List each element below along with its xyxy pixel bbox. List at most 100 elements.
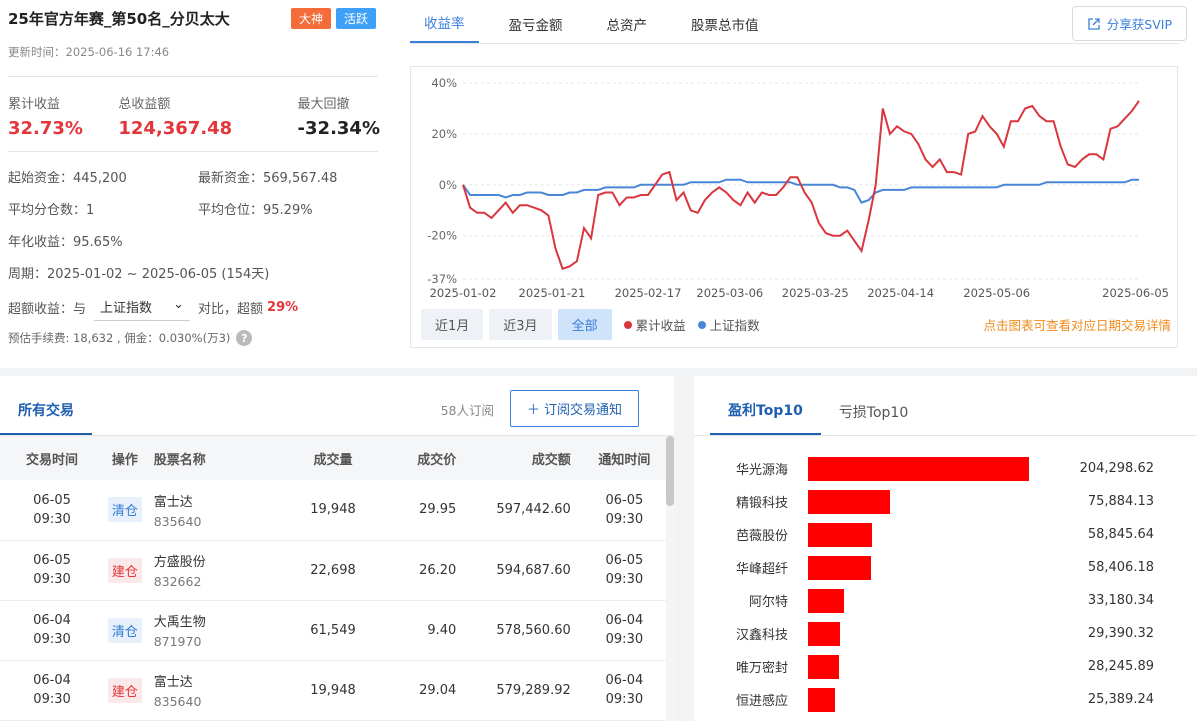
badge-active: 活跃 — [335, 7, 376, 29]
price-cell: 26.20 — [374, 540, 469, 601]
trade-clock: 09:30 — [33, 511, 71, 527]
operation-badge: 建仓 — [107, 557, 142, 583]
operation-badge: 清仓 — [107, 497, 142, 523]
top10-stock-name: 唯万密封 — [735, 661, 788, 676]
table-row[interactable]: 06-05 09:30 清仓 富士达 835640 19,948 29.95 597,442.… — [0, 480, 666, 541]
x-tick-label: 2025-03-25 — [782, 286, 849, 300]
tab-market-value[interactable]: 股票总市值 — [677, 14, 773, 43]
price-cell: 29.04 — [374, 660, 469, 721]
x-tick-label: 2025-03-06 — [696, 286, 763, 300]
top10-item[interactable]: 华光源海 204,298.62 — [694, 452, 1197, 485]
bar-fill — [808, 654, 839, 679]
price-cell: 9.40 — [374, 600, 469, 661]
return-chart[interactable]: 40% 20% 0% -20% -37%2025-01-02 2025-01-21 2025… — [411, 67, 1179, 307]
trade-date: 06-05 — [33, 492, 71, 508]
tab-profit-loss[interactable]: 盈亏金额 — [495, 14, 577, 43]
table-row[interactable]: 06-04 09:30 清仓 大禹生物 871970 61,549 9.40 578,560.… — [0, 600, 666, 661]
x-tick-label: 2025-06-05 — [1102, 286, 1169, 300]
top10-item[interactable]: 华峰超纤 58,406.18 — [694, 551, 1197, 584]
kpi-value: 32.73% — [8, 118, 83, 139]
trade-date: 06-05 — [33, 553, 71, 568]
top10-item[interactable]: 阿尔特 33,180.34 — [694, 584, 1197, 617]
top10-item[interactable]: 汉鑫科技 29,390.32 — [694, 617, 1197, 650]
legend-index[interactable]: 上证指数 — [697, 315, 760, 334]
operation-badge: 清仓 — [107, 617, 142, 643]
notify-date: 06-04 — [605, 673, 644, 688]
top-section: 25年官方年赛_第50名_分贝太大 大神 活跃 更新时间：2025-06-16 … — [0, 0, 1197, 368]
x-tick-label: 2025-01-02 — [430, 286, 497, 300]
tab-return-rate[interactable]: 收益率 — [410, 12, 479, 43]
x-tick-label: 2025-04-14 — [867, 286, 934, 300]
help-icon[interactable]: ? — [236, 330, 253, 346]
operation-cell: 建仓 — [104, 540, 146, 601]
top10-stock-name: 华峰超纤 — [735, 562, 788, 577]
stock-code: 835640 — [153, 694, 202, 709]
top10-stock-name: 精锻科技 — [735, 496, 788, 511]
y-tick-label: 0% — [439, 178, 457, 192]
range-all-button[interactable]: 全部 — [557, 309, 612, 340]
stock-name[interactable]: 方盛股份 — [154, 551, 292, 570]
top10-value: 204,298.62 — [1079, 461, 1154, 476]
legend-cumulative[interactable]: 累计收益 — [623, 315, 686, 334]
chart-tabs: 收益率 盈亏金额 总资产 股票总市值 — [410, 0, 1180, 44]
share-label: 分享获SVIP — [1106, 17, 1172, 32]
top10-stock-name: 阿尔特 — [748, 595, 788, 610]
kpi-label: 累计收益 — [8, 97, 61, 112]
range-1m-button[interactable]: 近1月 — [421, 309, 484, 340]
col-operation: 操作 — [104, 436, 146, 480]
excess-value: 29% — [267, 299, 299, 315]
share-button[interactable]: 分享获SVIP — [1071, 6, 1187, 41]
top10-stock-name: 华光源海 — [735, 463, 788, 478]
tab-loss-top10[interactable]: 亏损Top10 — [821, 402, 926, 435]
top10-item[interactable]: 精锻科技 75,884.13 — [694, 485, 1197, 518]
kpi-row: 累计收益 32.73% 总收益额 124,367.48 最大回撤 -32.34% — [8, 93, 388, 139]
benchmark-select[interactable]: 上证指数 ⌄ — [94, 293, 191, 321]
table-row[interactable]: 06-04 09:30 建仓 富士达 835640 19,948 29.04 579,289.… — [0, 660, 666, 721]
top10-value: 29,390.32 — [1087, 626, 1154, 641]
stock-name[interactable]: 大禹生物 — [154, 611, 292, 630]
tab-total-assets[interactable]: 总资产 — [593, 14, 662, 43]
volume-cell: 19,948 — [291, 660, 375, 721]
kpi-value: 124,367.48 — [118, 118, 233, 139]
excess-row: 超额收益：与 上证指数 ⌄ 对比，超额 29% — [8, 288, 388, 326]
stock-cell: 富士达 835640 — [145, 480, 292, 541]
top10-item[interactable]: 恒进感应 25,389.24 — [694, 683, 1197, 716]
col-notify-time: 通知时间 — [582, 436, 666, 480]
x-tick-label: 2025-05-06 — [963, 286, 1030, 300]
tab-profit-top10[interactable]: 盈利Top10 — [710, 400, 821, 435]
price-cell: 29.95 — [374, 480, 469, 541]
notify-date: 06-05 — [605, 492, 644, 508]
chart-hint: 点击图表可查看对应日期交易详情 — [983, 318, 1171, 333]
fees-row: 预估手续费: 18,632 , 佣金：0.030%(万3) ? — [8, 330, 388, 346]
volume-cell: 61,549 — [291, 600, 375, 661]
bar-track — [808, 555, 1048, 580]
x-tick-label: 2025-01-21 — [519, 286, 586, 300]
trade-time: 06-05 09:30 — [0, 540, 105, 601]
legend-label: 累计收益 — [635, 318, 686, 333]
range-3m-button[interactable]: 近3月 — [489, 309, 552, 340]
table-row[interactable]: 06-05 09:30 建仓 方盛股份 832662 22,698 26.20 594,687… — [0, 540, 666, 601]
bar-fill — [808, 588, 844, 613]
notify-clock: 09:30 — [605, 692, 644, 707]
stock-name[interactable]: 富士达 — [154, 671, 292, 690]
notify-clock: 09:30 — [605, 632, 644, 647]
trade-date: 06-04 — [33, 613, 71, 628]
notify-clock: 09:30 — [605, 572, 644, 587]
latest-capital: 最新资金：569,567.48 — [198, 170, 338, 186]
trade-time: 06-04 09:30 — [0, 660, 105, 721]
tab-all-trades[interactable]: 所有交易 — [0, 400, 92, 435]
stock-name[interactable]: 富士达 — [154, 491, 292, 510]
table-scrollbar[interactable] — [666, 436, 674, 721]
scrollbar-thumb[interactable] — [666, 436, 674, 506]
chart-area[interactable]: 40% 20% 0% -20% -37% 2025-01-02 2025-01-21 2025… — [410, 66, 1178, 348]
amount-cell: 597,442.60 — [468, 480, 583, 541]
subscriber-count: 58人订阅 — [440, 403, 494, 418]
start-capital: 起始资金：445,200 — [8, 170, 127, 186]
notify-time: 06-05 09:30 — [582, 480, 666, 541]
top10-item[interactable]: 唯万密封 28,245.89 — [694, 650, 1197, 683]
avg-score: 平均分仓数：1 — [8, 202, 95, 218]
top10-item[interactable]: 芭薇股份 58,845.64 — [694, 518, 1197, 551]
subscribe-button[interactable]: ＋ 订阅交易通知 — [509, 390, 639, 427]
top10-stock-name: 恒进感应 — [735, 694, 788, 709]
y-tick-label: -20% — [427, 229, 457, 243]
